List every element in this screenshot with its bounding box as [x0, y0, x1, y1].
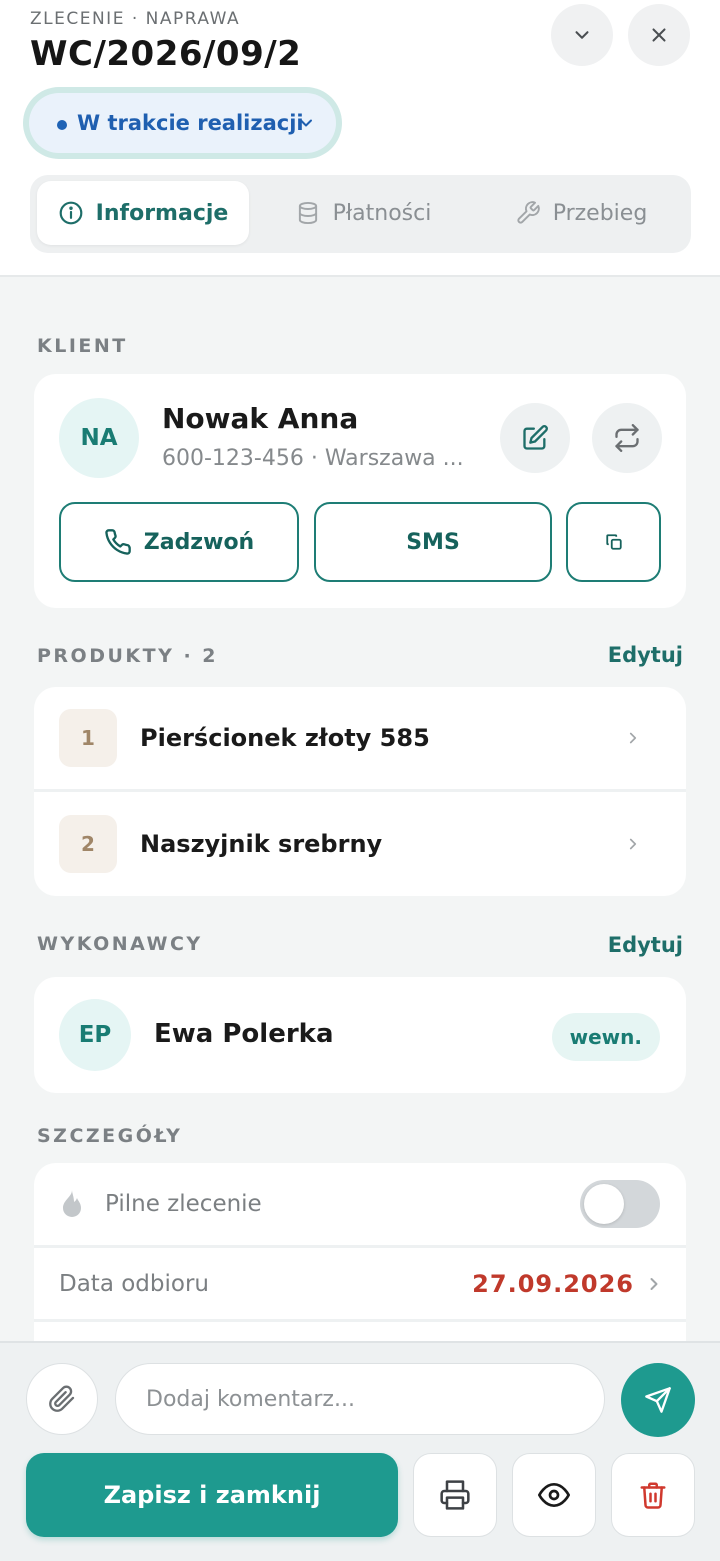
phone-icon — [104, 528, 132, 556]
wrench-icon — [515, 200, 541, 226]
paperclip-icon — [48, 1385, 76, 1413]
swap-icon — [613, 424, 641, 452]
urgent-toggle[interactable] — [580, 1180, 660, 1228]
database-icon — [295, 200, 321, 226]
avatar: EP — [59, 999, 131, 1071]
urgent-row: Pilne zlecenie — [34, 1163, 686, 1245]
edit-products-link[interactable]: Edytuj — [608, 643, 683, 667]
details-card: Pilne zlecenie Data odbioru 27.09.2026 — [34, 1163, 686, 1363]
delete-button[interactable] — [611, 1453, 695, 1537]
swap-client-button[interactable] — [592, 403, 662, 473]
tab-label: Przebieg — [552, 200, 648, 226]
details-section-label: SZCZEGÓŁY — [37, 1125, 183, 1147]
client-name: Nowak Anna — [162, 402, 359, 435]
collapse-button[interactable] — [551, 4, 613, 66]
tab-informacje[interactable]: Informacje — [37, 181, 249, 245]
status-pill[interactable]: W trakcie realizacji — [29, 93, 336, 153]
products-card: 1 Pierścionek złoty 585 2 Naszyjnik sreb… — [34, 687, 686, 896]
tab-label: Płatności — [332, 200, 432, 226]
toggle-knob — [584, 1184, 624, 1224]
order-type-label: ZLECENIE · NAPRAWA — [30, 9, 241, 29]
status-dot — [57, 120, 67, 130]
list-item[interactable]: 1 Pierścionek złoty 585 — [34, 687, 686, 789]
product-number: 2 — [59, 815, 117, 873]
workers-section-label: WYKONAWCY — [37, 933, 203, 955]
status-selector[interactable]: W trakcie realizacji — [23, 87, 342, 159]
call-button-label: Zadzwoń — [143, 529, 255, 555]
chevron-right-icon — [624, 835, 642, 853]
client-phone-city: 600-123-456 · Warszawa ... — [162, 446, 464, 471]
tab-bar: Informacje Płatności Przebieg — [30, 175, 691, 253]
flame-icon — [60, 1189, 84, 1219]
client-section-label: KLIENT — [37, 335, 128, 357]
edit-icon — [521, 424, 549, 452]
chevron-right-icon — [624, 729, 642, 747]
send-icon — [644, 1386, 672, 1414]
list-item[interactable]: 2 Naszyjnik srebrny — [34, 793, 686, 895]
product-number: 1 — [59, 709, 117, 767]
urgent-label: Pilne zlecenie — [105, 1191, 262, 1217]
divider — [34, 1319, 686, 1322]
sms-button-label: SMS — [406, 529, 460, 555]
trash-icon — [638, 1480, 668, 1510]
pickup-date-value: 27.09.2026 — [472, 1270, 634, 1298]
order-header: ZLECENIE · NAPRAWA WC/2026/09/2 W trakci… — [0, 0, 720, 277]
call-button[interactable]: Zadzwoń — [59, 502, 299, 582]
chevron-right-icon — [644, 1274, 664, 1294]
worker-type-badge: wewn. — [551, 1013, 660, 1061]
print-button[interactable] — [413, 1453, 497, 1537]
edit-client-button[interactable] — [500, 403, 570, 473]
info-icon — [58, 200, 84, 226]
products-section-label: PRODUKTY · 2 — [37, 645, 219, 667]
eye-icon — [538, 1479, 570, 1511]
tab-platnosci[interactable]: Płatności — [260, 181, 466, 245]
avatar: NA — [59, 398, 139, 478]
edit-workers-link[interactable]: Edytuj — [608, 933, 683, 957]
preview-button[interactable] — [512, 1453, 596, 1537]
product-name: Pierścionek złoty 585 — [140, 724, 430, 752]
copy-icon — [605, 533, 623, 551]
bottom-action-bar: Zapisz i zamknij — [0, 1341, 720, 1561]
status-label: W trakcie realizacji — [77, 111, 304, 135]
copy-button[interactable] — [566, 502, 661, 582]
save-and-close-button[interactable]: Zapisz i zamknij — [26, 1453, 398, 1537]
attach-button[interactable] — [26, 1363, 98, 1435]
chevron-down-icon — [296, 113, 316, 133]
send-button[interactable] — [621, 1363, 695, 1437]
comment-input[interactable] — [115, 1363, 605, 1435]
pickup-date-row[interactable]: Data odbioru 27.09.2026 — [34, 1247, 686, 1321]
sms-button[interactable]: SMS — [314, 502, 552, 582]
chevron-down-icon — [571, 24, 593, 46]
client-card: NA Nowak Anna 600-123-456 · Warszawa ...… — [34, 374, 686, 608]
order-number: WC/2026/09/2 — [30, 34, 302, 74]
workers-card: EP Ewa Polerka wewn. — [34, 977, 686, 1093]
tab-label: Informacje — [95, 200, 229, 226]
product-name: Naszyjnik srebrny — [140, 830, 383, 858]
tab-przebieg[interactable]: Przebieg — [476, 181, 686, 245]
divider — [34, 789, 686, 792]
worker-name: Ewa Polerka — [154, 1019, 334, 1049]
close-button[interactable] — [628, 4, 690, 66]
printer-icon — [439, 1479, 471, 1511]
pickup-date-label: Data odbioru — [59, 1271, 209, 1297]
close-icon — [648, 24, 670, 46]
